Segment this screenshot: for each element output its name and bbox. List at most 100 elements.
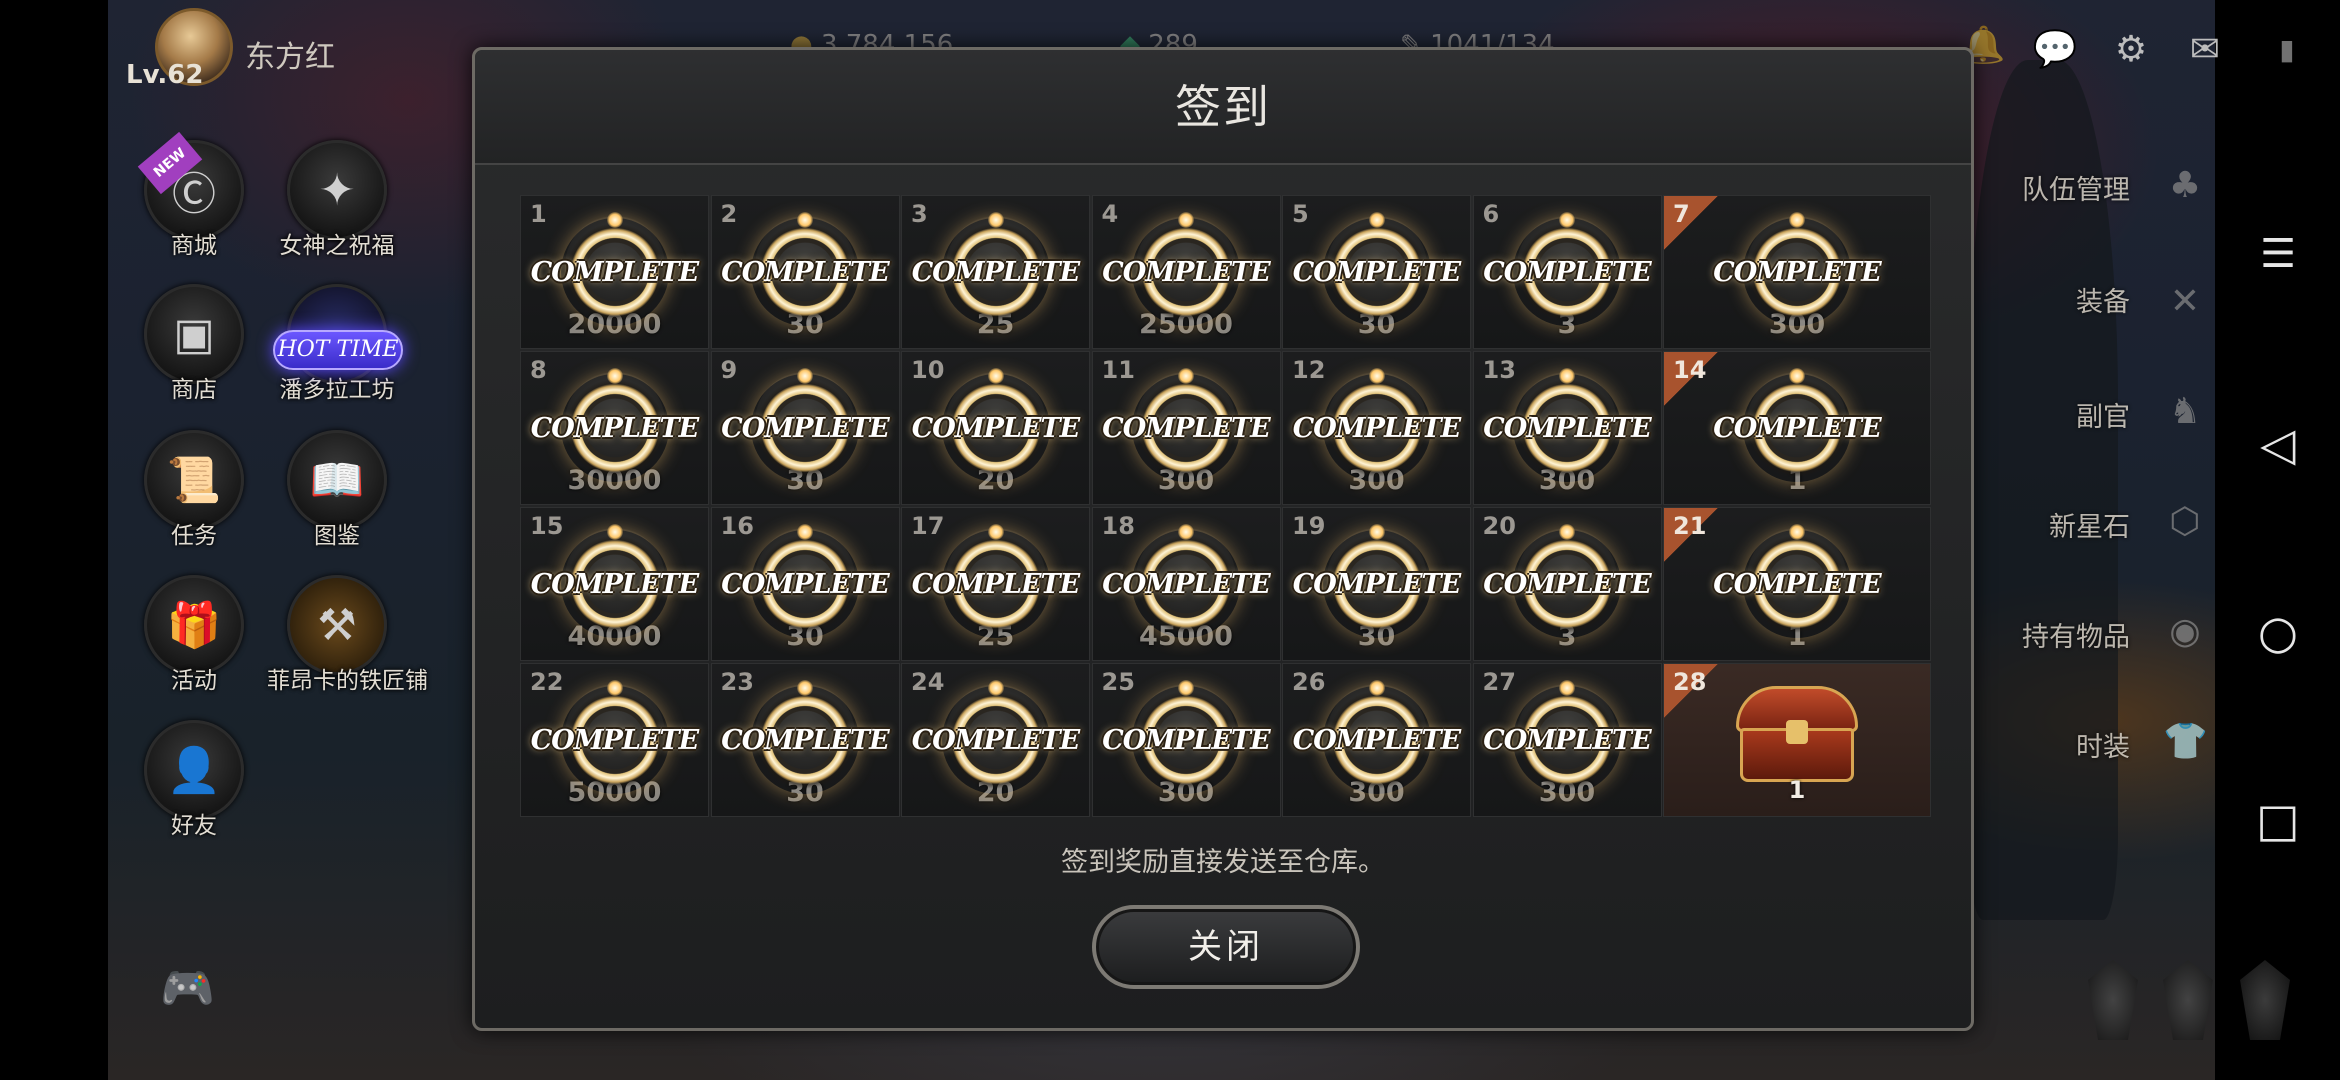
day-number: 20 [1482, 512, 1516, 540]
attendance-day-cell[interactable]: 26300COMPLETE [1282, 663, 1471, 817]
attendance-day-cell[interactable]: 530COMPLETE [1282, 195, 1471, 349]
day-number: 9 [720, 356, 738, 384]
menu-label: 商店 [171, 377, 217, 403]
attendance-day-cell[interactable]: 1845000COMPLETE [1091, 507, 1281, 661]
complete-stamp-text: COMPLETE [1102, 413, 1270, 444]
anvil-icon: ⚒ [287, 575, 387, 675]
complete-stamp-text: COMPLETE [1483, 257, 1651, 288]
attendance-day-cell[interactable]: 325COMPLETE [901, 195, 1090, 349]
complete-stamp-text: COMPLETE [1713, 413, 1881, 444]
right-menu-adjutant[interactable]: 副官 [2076, 395, 2130, 434]
attendance-day-cell[interactable]: 27300COMPLETE [1472, 663, 1662, 817]
player-level: Lv.62 [126, 60, 204, 90]
day-number: 28 [1673, 668, 1707, 696]
day-number: 6 [1482, 200, 1500, 228]
equipment-icon: ✕ [2169, 281, 2201, 322]
day-number: 10 [911, 356, 945, 384]
attendance-day-cell[interactable]: 12300COMPLETE [1282, 351, 1471, 505]
left-letterbox [0, 0, 108, 1080]
notification-pull-icon[interactable]: ☰ [2250, 226, 2306, 282]
gamepad-icon[interactable]: 🎮 [160, 967, 226, 1011]
reward-note: 签到奖励直接发送至仓库。 [1061, 847, 1385, 878]
attendance-day-cell[interactable]: 1725COMPLETE [901, 507, 1090, 661]
team-icon: ♣ [2168, 165, 2202, 206]
attendance-day-cell[interactable]: 425000COMPLETE [1091, 195, 1281, 349]
day-number: 8 [530, 356, 547, 384]
day-number: 1 [530, 200, 547, 228]
costume-icon: 👕 [2163, 721, 2208, 762]
day-number: 24 [911, 668, 945, 696]
scroll-icon: 📜 [144, 430, 244, 530]
day-number: 25 [1101, 668, 1135, 696]
attendance-day-cell[interactable]: 28 1 [1663, 663, 1931, 817]
right-menu-equipment[interactable]: 装备 [2076, 280, 2130, 319]
star-stone-icon: ⬡ [2169, 501, 2201, 542]
complete-stamp-text: COMPLETE [1292, 413, 1461, 444]
attendance-day-cell[interactable]: 2330COMPLETE [710, 663, 900, 817]
attendance-day-cell[interactable]: 63COMPLETE [1472, 195, 1662, 349]
day-number: 23 [720, 668, 754, 696]
menu-quest[interactable]: 📜 任务 [124, 430, 264, 550]
book-icon: 📖 [287, 430, 387, 530]
complete-stamp-text: COMPLETE [721, 257, 889, 288]
day-number: 17 [911, 512, 945, 540]
complete-stamp-text: COMPLETE [1483, 569, 1651, 600]
attendance-day-cell[interactable]: 1020COMPLETE [901, 351, 1090, 505]
right-menu-inventory[interactable]: 持有物品 [2022, 615, 2130, 654]
attendance-day-cell[interactable]: 13300COMPLETE [1472, 351, 1662, 505]
hot-time-badge[interactable]: HOT TIME [273, 330, 403, 370]
settings-gear-icon[interactable]: ⚙ [2106, 30, 2156, 70]
menu-blacksmith[interactable]: ⚒ 菲昂卡的铁匠铺 [267, 575, 428, 695]
right-menu-team[interactable]: 队伍管理 [2022, 168, 2130, 207]
right-menu-star-stone[interactable]: 新星石 [2049, 505, 2130, 544]
attendance-day-cell[interactable]: 203COMPLETE [1472, 507, 1662, 661]
complete-stamp-text: COMPLETE [1102, 569, 1270, 600]
gift-icon: 🎁 [144, 575, 244, 675]
attendance-dialog: 签到 120000COMPLETE230COMPLETE325COMPLETE4… [472, 47, 1974, 1031]
right-menu-costume[interactable]: 时装 [2076, 725, 2130, 764]
menu-friends[interactable]: 👤 好友 [124, 720, 264, 840]
menu-codex[interactable]: 📖 图鉴 [267, 430, 407, 550]
day-number: 4 [1101, 200, 1119, 228]
back-nav-icon[interactable]: ◁ [2250, 416, 2306, 472]
complete-stamp-text: COMPLETE [530, 569, 699, 600]
reward-quantity: 1 [1788, 776, 1806, 804]
day-number: 19 [1292, 512, 1326, 540]
home-nav-icon[interactable]: ○ [2250, 604, 2306, 660]
menu-goddess-blessing[interactable]: ✦ 女神之祝福 [267, 140, 407, 260]
menu-store[interactable]: ▣ 商店 [124, 284, 264, 404]
chat-icon[interactable]: 💬 [2030, 30, 2080, 70]
attendance-day-cell[interactable]: 120000COMPLETE [520, 195, 709, 349]
mail-icon[interactable]: ✉ [2180, 30, 2230, 70]
attendance-day-cell[interactable]: 230COMPLETE [710, 195, 900, 349]
attendance-day-cell[interactable]: 930COMPLETE [710, 351, 900, 505]
attendance-day-cell[interactable]: 211COMPLETE [1663, 507, 1931, 661]
attendance-day-cell[interactable]: 830000COMPLETE [520, 351, 709, 505]
attendance-day-cell[interactable]: 1630COMPLETE [710, 507, 900, 661]
complete-stamp-text: COMPLETE [1713, 257, 1881, 288]
day-number: 18 [1101, 512, 1135, 540]
attendance-day-cell[interactable]: 1540000COMPLETE [520, 507, 709, 661]
tree-icon: ✦ [287, 140, 387, 240]
complete-stamp-text: COMPLETE [530, 725, 699, 756]
complete-stamp-text: COMPLETE [721, 413, 889, 444]
complete-stamp-text: COMPLETE [1483, 413, 1651, 444]
menu-event[interactable]: 🎁 活动 [124, 575, 264, 695]
complete-stamp-text: COMPLETE [911, 569, 1080, 600]
attendance-day-cell[interactable]: 7300COMPLETE [1663, 195, 1931, 349]
complete-stamp-text: COMPLETE [1292, 569, 1461, 600]
attendance-day-cell[interactable]: 2250000COMPLETE [520, 663, 709, 817]
attendance-day-cell[interactable]: 11300COMPLETE [1091, 351, 1281, 505]
complete-stamp-text: COMPLETE [530, 413, 699, 444]
attendance-day-cell[interactable]: 1930COMPLETE [1282, 507, 1471, 661]
day-number: 12 [1292, 356, 1326, 384]
menu-label: 潘多拉工坊 [279, 377, 395, 403]
day-number: 11 [1101, 356, 1135, 384]
player-name: 东方红 [245, 40, 335, 75]
attendance-day-cell[interactable]: 141COMPLETE [1663, 351, 1931, 505]
attendance-day-cell[interactable]: 2420COMPLETE [901, 663, 1090, 817]
day-number: 7 [1673, 200, 1690, 228]
recents-nav-icon[interactable]: □ [2250, 792, 2306, 848]
attendance-day-cell[interactable]: 25300COMPLETE [1091, 663, 1281, 817]
close-button[interactable]: 关闭 [1092, 905, 1360, 989]
